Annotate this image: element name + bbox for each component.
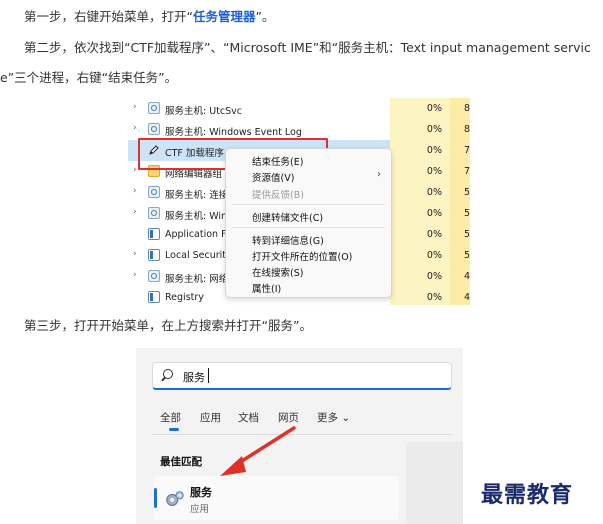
search-query: 服务 (183, 371, 205, 384)
memory-value: 8 (464, 124, 470, 135)
expand-chevron-icon[interactable]: › (133, 249, 137, 259)
cpu-value: 0% (426, 250, 442, 261)
memory-value: 5 (464, 208, 470, 219)
menu-properties[interactable]: 属性(I) (252, 281, 281, 295)
expand-chevron-icon[interactable]: › (133, 207, 137, 217)
cpu-value: 0% (426, 124, 442, 135)
menu-create-dump[interactable]: 创建转储文件(C) (252, 210, 323, 224)
menu-feedback: 提供反馈(B) (252, 190, 304, 201)
cpu-value: 0% (426, 229, 442, 240)
process-name: 服务主机: UtcSvc (165, 106, 242, 117)
result-title: 服务 (190, 486, 212, 499)
selection-indicator (154, 488, 157, 508)
cpu-value: 0% (426, 103, 442, 114)
step2-text-line1: 第二步，依次找到“CTF加载程序”、“Microsoft IME”和“服务主机：… (24, 40, 591, 55)
memory-value: 5 (464, 229, 470, 240)
context-menu: 结束任务(E) 资源值(V) › 提供反馈(B) 创建转储文件(C) 转到详细信… (225, 148, 392, 298)
menu-open-file-location[interactable]: 打开文件所在的位置(O) (252, 249, 352, 263)
menu-divider (232, 204, 385, 205)
process-name: 服务主机: Wind (165, 211, 234, 222)
menu-end-task[interactable]: 结束任务(E) (252, 154, 303, 168)
memory-value: 5 (464, 187, 470, 198)
red-arrow-annotation (220, 426, 296, 476)
active-tab-indicator (169, 428, 179, 431)
memory-value: 4 (464, 292, 470, 303)
expand-chevron-icon[interactable]: › (133, 102, 137, 112)
gear-icon (148, 207, 160, 219)
memory-value: 7 (464, 166, 470, 177)
cpu-value: 0% (426, 208, 442, 219)
process-row[interactable]: › 服务主机: UtcSvc 0% 8 (128, 98, 470, 119)
step1-prefix: 第一步，右键开始菜单，打开“ (24, 9, 193, 24)
watermark: 最需教育 (481, 482, 574, 508)
result-subtitle: 应用 (190, 504, 210, 515)
process-name: Registry (165, 292, 204, 303)
submenu-arrow-icon: › (377, 169, 381, 180)
cpu-value: 0% (426, 187, 442, 198)
window-icon (148, 249, 160, 261)
cpu-value: 0% (426, 271, 442, 282)
expand-chevron-icon[interactable]: › (133, 186, 137, 196)
menu-go-to-details[interactable]: 转到详细信息(G) (252, 233, 324, 247)
window-icon (148, 291, 160, 303)
step3-text: 第三步，打开开始菜单，在上方搜索并打开“服务”。 (24, 318, 312, 333)
memory-value: 8 (464, 103, 470, 114)
best-match-result[interactable]: 服务 应用 (154, 476, 399, 520)
step1-suffix: ”。 (255, 9, 275, 24)
expand-chevron-icon[interactable]: › (133, 270, 137, 280)
result-preview-panel (406, 442, 463, 524)
process-name: 服务主机: 网络 (165, 274, 229, 285)
cpu-value: 0% (426, 166, 442, 177)
menu-resource-values[interactable]: 资源值(V) (252, 170, 294, 184)
search-input[interactable]: 服务 (152, 362, 452, 390)
gear-icon (148, 186, 160, 198)
task-manager-link[interactable]: 任务管理器 (193, 9, 256, 24)
process-name: 服务主机: 连接 (165, 190, 229, 201)
memory-value: 5 (464, 250, 470, 261)
window-icon (148, 228, 160, 240)
services-gear-icon (166, 491, 184, 506)
gear-icon (148, 123, 160, 135)
process-row[interactable]: › 服务主机: Windows Event Log 0% 8 (128, 119, 470, 140)
search-icon (163, 369, 173, 379)
process-name: 服务主机: Windows Event Log (165, 127, 302, 138)
expand-chevron-icon[interactable]: › (133, 123, 137, 133)
best-match-label: 最佳匹配 (160, 456, 202, 468)
step1-text: 第一步，右键开始菜单，打开“任务管理器”。 (24, 9, 274, 25)
text-caret (208, 368, 209, 383)
step2-text-line2: e”三个进程，右键“结束任务”。 (0, 70, 178, 85)
menu-search-online[interactable]: 在线搜索(S) (252, 265, 303, 279)
process-name: Local Security (165, 250, 232, 261)
memory-value: 7 (464, 145, 470, 156)
tab-all[interactable]: 全部 (160, 410, 181, 425)
start-search-screenshot: 服务 全部 应用 文档 网页 更多 ⌄ 最佳匹配 服务 应用 (136, 348, 463, 524)
gear-icon (148, 102, 160, 114)
process-name: Application Fr (165, 229, 230, 240)
gear-icon (148, 270, 160, 282)
cpu-value: 0% (426, 292, 442, 303)
expand-chevron-icon[interactable]: › (133, 165, 137, 175)
menu-divider (232, 227, 385, 228)
tab-more[interactable]: 更多 ⌄ (317, 410, 350, 425)
cpu-value: 0% (426, 145, 442, 156)
memory-value: 4 (464, 271, 470, 282)
